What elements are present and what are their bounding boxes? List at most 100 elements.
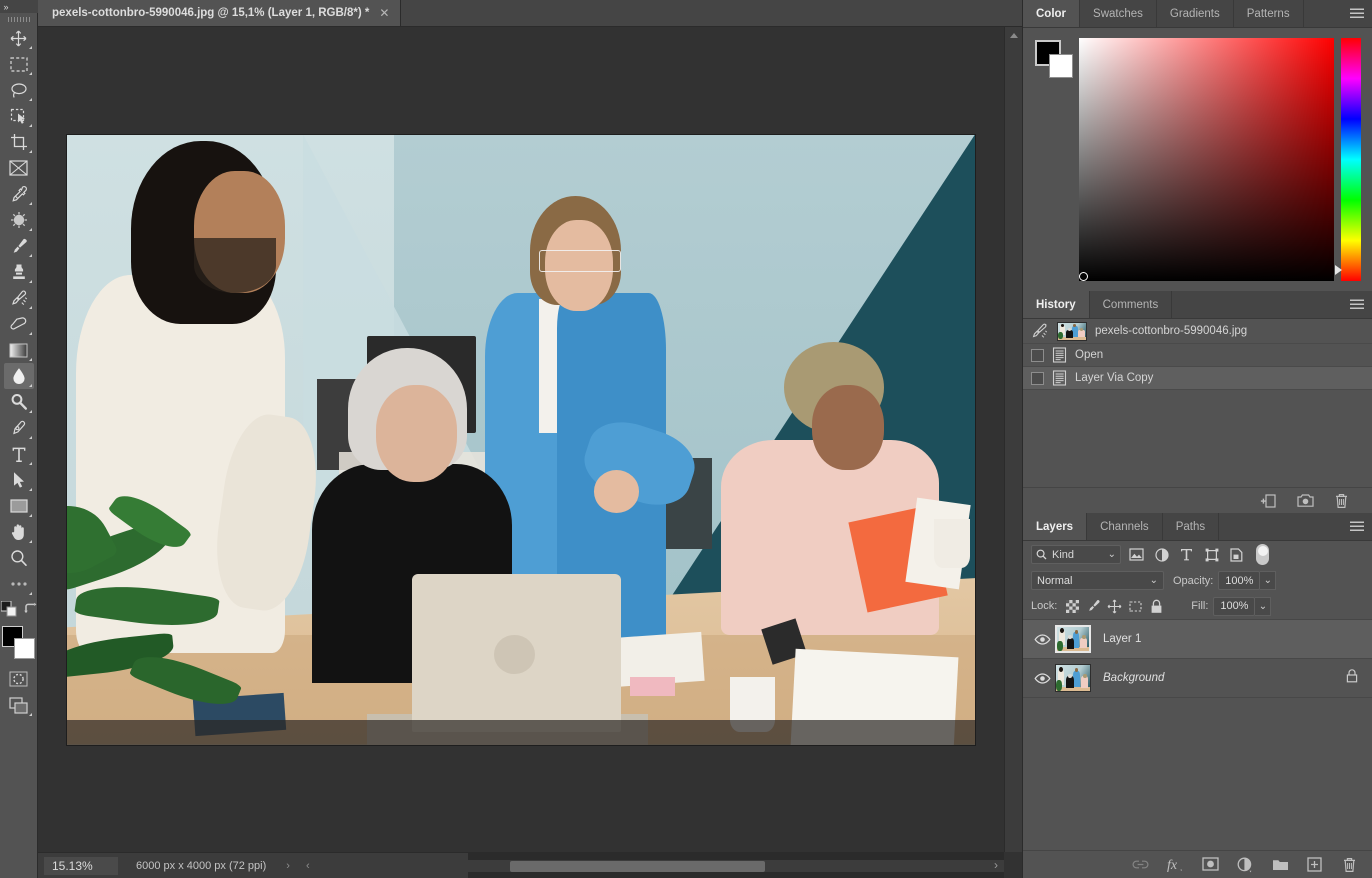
crop-tool[interactable] [4, 129, 34, 155]
tab-history[interactable]: History [1023, 291, 1090, 318]
layer-row[interactable]: Layer 1 [1023, 620, 1372, 659]
toolbar-drag-handle[interactable] [0, 13, 38, 25]
eraser-tool[interactable] [4, 311, 34, 337]
tab-color[interactable]: Color [1023, 0, 1081, 27]
tab-layers[interactable]: Layers [1023, 513, 1088, 540]
filter-shape-layers-icon[interactable] [1202, 545, 1221, 564]
swap-colors-icon[interactable] [23, 602, 37, 621]
chevron-down-icon[interactable]: ⌄ [1108, 549, 1116, 560]
rectangular-marquee-tool[interactable] [4, 51, 34, 77]
zoom-tool[interactable] [4, 545, 34, 571]
eyedropper-tool[interactable] [4, 181, 34, 207]
horizontal-type-tool[interactable] [4, 441, 34, 467]
screen-mode-button[interactable] [4, 692, 34, 718]
lock-all-icon[interactable] [1146, 597, 1167, 615]
opacity-chevron-down-icon[interactable]: ⌄ [1260, 571, 1277, 590]
lasso-tool[interactable] [4, 77, 34, 103]
filter-type-layers-icon[interactable] [1177, 545, 1196, 564]
tab-comments[interactable]: Comments [1090, 291, 1173, 318]
document-tab[interactable]: pexels-cottonbro-5990046.jpg @ 15,1% (La… [38, 0, 402, 26]
fill-chevron-down-icon[interactable]: ⌄ [1255, 596, 1272, 616]
tab-channels[interactable]: Channels [1087, 513, 1163, 540]
color-panel-swatches[interactable] [1033, 38, 1073, 78]
hand-tool[interactable] [4, 519, 34, 545]
background-color-swatch[interactable] [1049, 54, 1073, 78]
filter-pixel-layers-icon[interactable] [1127, 545, 1146, 564]
hue-slider[interactable] [1335, 38, 1361, 281]
frame-tool[interactable] [4, 155, 34, 181]
history-brush-tool[interactable] [4, 285, 34, 311]
gradient-tool[interactable] [4, 337, 34, 363]
color-picker-field[interactable] [1079, 38, 1334, 281]
hue-slider-marker[interactable] [1335, 265, 1342, 275]
history-state-checkbox[interactable] [1031, 348, 1044, 362]
layer-style-fx-icon[interactable]: fx [1167, 857, 1183, 873]
history-state-row[interactable]: Open [1023, 344, 1372, 367]
zoom-level-field[interactable]: 15.13% [44, 856, 118, 875]
hamburger-menu-icon[interactable] [1350, 8, 1364, 19]
close-icon[interactable]: ✕ [379, 6, 389, 20]
color-swatches[interactable] [1, 626, 36, 660]
layer-filter-kind-select[interactable]: Kind ⌄ [1031, 545, 1121, 564]
color-picker-cursor[interactable] [1079, 272, 1088, 281]
move-tool[interactable] [4, 25, 34, 51]
horizontal-scroll-thumb[interactable] [510, 861, 765, 872]
lock-position-icon[interactable] [1104, 597, 1125, 615]
dodge-tool[interactable] [4, 389, 34, 415]
create-new-snapshot-icon[interactable] [1297, 493, 1314, 509]
layer-visibility-icon[interactable] [1029, 672, 1055, 684]
blend-mode-select[interactable]: Normal ⌄ [1031, 571, 1164, 590]
edit-toolbar-tool[interactable] [4, 571, 34, 597]
layer-row[interactable]: Background [1023, 659, 1372, 698]
history-snapshot-row[interactable]: pexels-cottonbro-5990046.jpg [1023, 319, 1372, 344]
scroll-up-icon[interactable] [1010, 33, 1018, 38]
rectangle-tool[interactable] [4, 493, 34, 519]
filter-adjustment-layers-icon[interactable] [1152, 545, 1171, 564]
delete-state-icon[interactable] [1334, 493, 1350, 509]
status-prev-icon[interactable]: ‹ [290, 860, 310, 872]
fill-input[interactable]: 100% [1213, 596, 1256, 616]
canvas-vertical-scrollbar[interactable] [1004, 27, 1022, 852]
background-color-swatch[interactable] [13, 638, 35, 659]
brush-tool[interactable] [4, 233, 34, 259]
tab-gradients[interactable]: Gradients [1157, 0, 1234, 27]
lock-transparent-pixels-icon[interactable] [1062, 597, 1083, 615]
hamburger-menu-icon[interactable] [1350, 521, 1364, 532]
create-document-from-state-icon[interactable] [1260, 493, 1276, 509]
path-selection-tool[interactable] [4, 467, 34, 493]
scroll-right-icon[interactable]: › [994, 858, 998, 872]
new-layer-icon[interactable] [1307, 856, 1323, 873]
lock-image-pixels-icon[interactable] [1083, 597, 1104, 615]
history-state-row[interactable]: Layer Via Copy [1023, 367, 1372, 390]
canvas-viewport[interactable] [38, 27, 1004, 852]
blur-tool[interactable] [3, 363, 34, 389]
filter-smart-object-layers-icon[interactable] [1227, 545, 1246, 564]
layer-visibility-icon[interactable] [1029, 633, 1055, 645]
pen-tool[interactable] [4, 415, 34, 441]
spot-healing-brush-tool[interactable] [4, 207, 34, 233]
tab-swatches[interactable]: Swatches [1080, 0, 1157, 27]
collapse-toolbar-button[interactable]: » [0, 0, 38, 13]
history-brush-source-icon[interactable] [1031, 323, 1049, 339]
new-group-icon[interactable] [1272, 857, 1288, 873]
tab-patterns[interactable]: Patterns [1234, 0, 1304, 27]
hamburger-menu-icon[interactable] [1350, 299, 1364, 310]
filter-enable-toggle[interactable] [1256, 544, 1269, 565]
history-state-checkbox[interactable] [1031, 371, 1044, 385]
tab-paths[interactable]: Paths [1163, 513, 1220, 540]
lock-artboard-nesting-icon[interactable] [1125, 597, 1146, 615]
new-adjustment-layer-icon[interactable] [1237, 857, 1253, 873]
clone-stamp-tool[interactable] [4, 259, 34, 285]
status-next-icon[interactable]: › [266, 860, 290, 872]
chevron-down-icon[interactable]: ⌄ [1150, 575, 1158, 586]
link-layers-icon[interactable] [1132, 857, 1149, 873]
layer-name[interactable]: Layer 1 [1091, 633, 1366, 645]
object-selection-tool[interactable] [4, 103, 34, 129]
add-layer-mask-icon[interactable] [1202, 856, 1219, 873]
quick-mask-mode-button[interactable] [4, 666, 34, 692]
delete-layer-icon[interactable] [1342, 857, 1358, 873]
default-colors-icon[interactable] [0, 600, 17, 622]
layer-name[interactable]: Background [1091, 672, 1346, 684]
opacity-input[interactable]: 100% [1218, 571, 1261, 590]
document-image[interactable] [67, 134, 975, 745]
